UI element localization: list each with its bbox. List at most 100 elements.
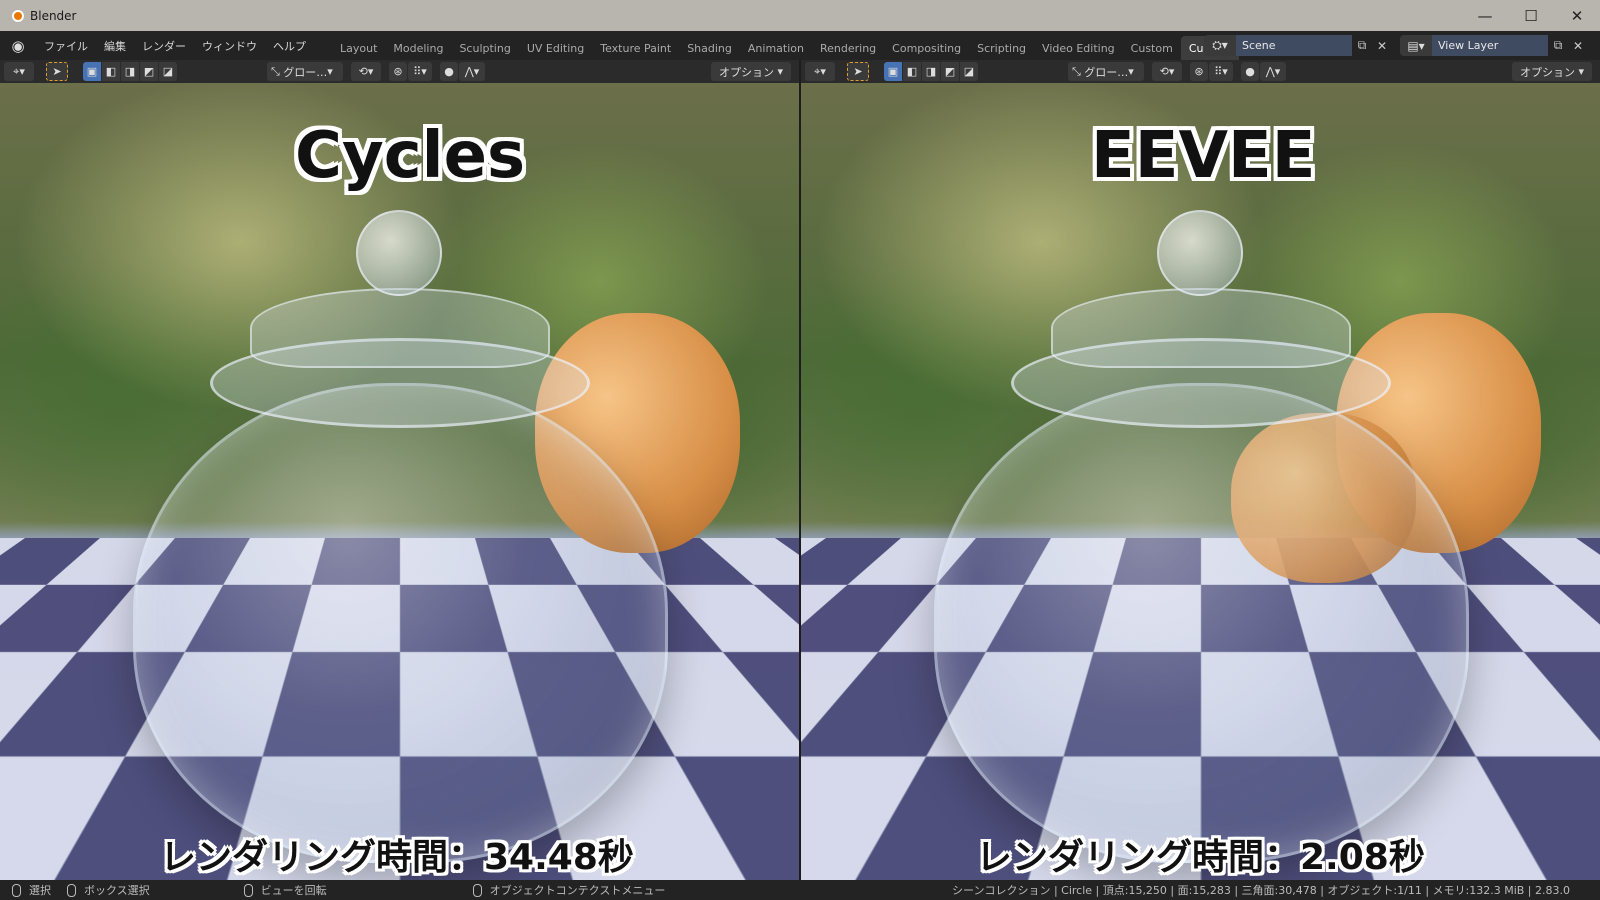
tab-sculpting[interactable]: Sculpting — [451, 36, 518, 60]
select-extend-icon[interactable]: ◧ — [903, 62, 921, 81]
select-subtract-icon[interactable]: ◨ — [121, 62, 139, 81]
select-invert-icon[interactable]: ◩ — [140, 62, 158, 81]
view-layer-icon[interactable]: ▤▾ — [1400, 35, 1432, 56]
tab-video-editing[interactable]: Video Editing — [1034, 36, 1123, 60]
pivot-point-icon[interactable]: ⟲▾ — [351, 62, 381, 81]
mouse-middle-icon — [243, 883, 253, 897]
eevee-viewport[interactable]: EEVEE レンダリング時間：2.08秒 — [801, 83, 1600, 880]
editor-type-icon[interactable]: ⌖▾ — [805, 62, 835, 81]
mouse-drag-icon — [67, 883, 76, 897]
select-invert-icon[interactable]: ◩ — [941, 62, 959, 81]
view-layer-name-field[interactable]: View Layer — [1432, 35, 1548, 56]
select-tool-icon[interactable]: ➤ — [847, 62, 869, 81]
left-viewport-header: ⌖▾ ➤ ▣ ◧ ◨ ◩ ◪ ⤡ グロー… ▾ ⟲▾ ⊛ ⠿▾ ● ⋀▾ オプショ… — [0, 60, 799, 83]
status-rotate-view-label: ビューを回転 — [260, 884, 327, 897]
tab-compositing[interactable]: Compositing — [884, 36, 969, 60]
mouse-left-icon — [12, 883, 21, 897]
select-mode-group: ▣ ◧ ◨ ◩ ◪ — [883, 62, 978, 81]
render-time-label: レンダリング時間：2.08秒 — [976, 837, 1425, 878]
status-bar: 選択 ボックス選択 ビューを回転 オブジェクトコンテクストメニュー シーンコレク… — [0, 880, 1600, 900]
select-new-icon[interactable]: ▣ — [884, 62, 902, 81]
status-select-label: 選択 — [29, 884, 51, 897]
scene-statistics: シーンコレクション | Circle | 頂点:15,250 | 面:15,28… — [952, 884, 1570, 897]
remove-scene-icon[interactable]: ✕ — [1372, 35, 1392, 56]
remove-view-layer-icon[interactable]: ✕ — [1568, 35, 1588, 56]
falloff-icon[interactable]: ⋀▾ — [459, 62, 485, 81]
maximize-button[interactable]: ☐ — [1508, 0, 1554, 31]
select-tool-icon[interactable]: ➤ — [46, 62, 68, 81]
select-intersect-icon[interactable]: ◪ — [159, 62, 177, 81]
right-viewport-header: ⌖▾ ➤ ▣ ◧ ◨ ◩ ◪ ⤡ グロー… ▾ ⟲▾ ⊛ ⠿▾ ● ⋀▾ オプショ… — [801, 60, 1600, 83]
select-intersect-icon[interactable]: ◪ — [960, 62, 978, 81]
title-bar: Blender — ☐ ✕ — [0, 0, 1600, 31]
window-title: Blender — [30, 8, 77, 23]
scene-selector: ⛭▾ Scene ⧉ ✕ — [1204, 35, 1392, 56]
menu-edit[interactable]: 編集 — [96, 35, 134, 57]
status-context-menu-label: オブジェクトコンテクストメニュー — [489, 884, 666, 897]
glass-jar-knob — [1157, 210, 1243, 296]
select-extend-icon[interactable]: ◧ — [102, 62, 120, 81]
snap-toggle-icon[interactable]: ⊛ — [389, 62, 407, 81]
select-mode-group: ▣ ◧ ◨ ◩ ◪ — [82, 62, 177, 81]
status-select: 選択 — [12, 882, 51, 898]
transform-orientation-icon: ⤡ — [1072, 64, 1085, 78]
options-label: オプション — [718, 65, 774, 79]
glass-jar — [934, 383, 1469, 863]
scene-name-field[interactable]: Scene — [1236, 35, 1352, 56]
blender-app-icon — [12, 9, 24, 22]
tab-custom[interactable]: Custom — [1123, 36, 1181, 60]
proportional-edit-icon[interactable]: ● — [440, 62, 458, 81]
new-view-layer-icon[interactable]: ⧉ — [1548, 35, 1568, 56]
tab-modeling[interactable]: Modeling — [385, 36, 451, 60]
transform-orientation-label: グロー… — [283, 65, 328, 79]
close-button[interactable]: ✕ — [1554, 0, 1600, 31]
menu-help[interactable]: ヘルプ — [265, 35, 314, 57]
workspace-tabs: Layout Modeling Sculpting UV Editing Tex… — [332, 31, 1239, 60]
blender-logo-icon[interactable]: ◉ — [8, 36, 28, 56]
snap-toggle-icon[interactable]: ⊛ — [1190, 62, 1208, 81]
snap-target-icon[interactable]: ⠿▾ — [1209, 62, 1233, 81]
status-rotate-view: ビューを回転 — [243, 882, 327, 898]
tab-layout[interactable]: Layout — [332, 36, 385, 60]
tab-scripting[interactable]: Scripting — [969, 36, 1034, 60]
proportional-edit-icon[interactable]: ● — [1241, 62, 1259, 81]
tab-texture-paint[interactable]: Texture Paint — [592, 36, 679, 60]
tab-rendering[interactable]: Rendering — [812, 36, 884, 60]
glass-jar — [133, 383, 668, 863]
options-dropdown[interactable]: オプション ▾ — [1511, 62, 1592, 81]
falloff-icon[interactable]: ⋀▾ — [1260, 62, 1286, 81]
transform-orientation-label: グロー… — [1084, 65, 1129, 79]
glass-jar-lid — [1051, 288, 1351, 368]
view-layer-selector: ▤▾ View Layer ⧉ ✕ — [1400, 35, 1588, 56]
engine-label: EEVEE — [1091, 119, 1316, 193]
status-box-select-label: ボックス選択 — [84, 884, 150, 897]
transform-orientation-dropdown[interactable]: ⤡ グロー… ▾ — [267, 62, 343, 81]
options-label: オプション — [1519, 65, 1575, 79]
transform-orientation-icon: ⤡ — [271, 64, 284, 78]
options-dropdown[interactable]: オプション ▾ — [710, 62, 791, 81]
cycles-viewport[interactable]: Cycles レンダリング時間：34.48秒 — [0, 83, 799, 880]
engine-label: Cycles — [295, 119, 526, 193]
pivot-point-icon[interactable]: ⟲▾ — [1152, 62, 1182, 81]
glass-jar-knob — [356, 210, 442, 296]
menu-window[interactable]: ウィンドウ — [194, 35, 265, 57]
tab-uv-editing[interactable]: UV Editing — [519, 36, 592, 60]
tab-shading[interactable]: Shading — [679, 36, 740, 60]
menu-render[interactable]: レンダー — [134, 35, 194, 57]
status-context-menu: オブジェクトコンテクストメニュー — [472, 882, 666, 898]
select-new-icon[interactable]: ▣ — [83, 62, 101, 81]
snap-target-icon[interactable]: ⠿▾ — [408, 62, 432, 81]
glass-jar-lid — [250, 288, 550, 368]
transform-orientation-dropdown[interactable]: ⤡ グロー… ▾ — [1068, 62, 1144, 81]
select-subtract-icon[interactable]: ◨ — [922, 62, 940, 81]
menu-file[interactable]: ファイル — [36, 35, 96, 57]
editor-type-icon[interactable]: ⌖▾ — [4, 62, 34, 81]
tab-animation[interactable]: Animation — [740, 36, 812, 60]
render-time-label: レンダリング時間：34.48秒 — [160, 837, 634, 878]
status-box-select: ボックス選択 — [67, 882, 150, 898]
mouse-right-icon — [472, 883, 482, 897]
minimize-button[interactable]: — — [1462, 0, 1508, 31]
top-bar: ◉ ファイル 編集 レンダー ウィンドウ ヘルプ Layout Modeling… — [0, 31, 1600, 60]
new-scene-icon[interactable]: ⧉ — [1352, 35, 1372, 56]
scene-icon[interactable]: ⛭▾ — [1204, 35, 1236, 56]
